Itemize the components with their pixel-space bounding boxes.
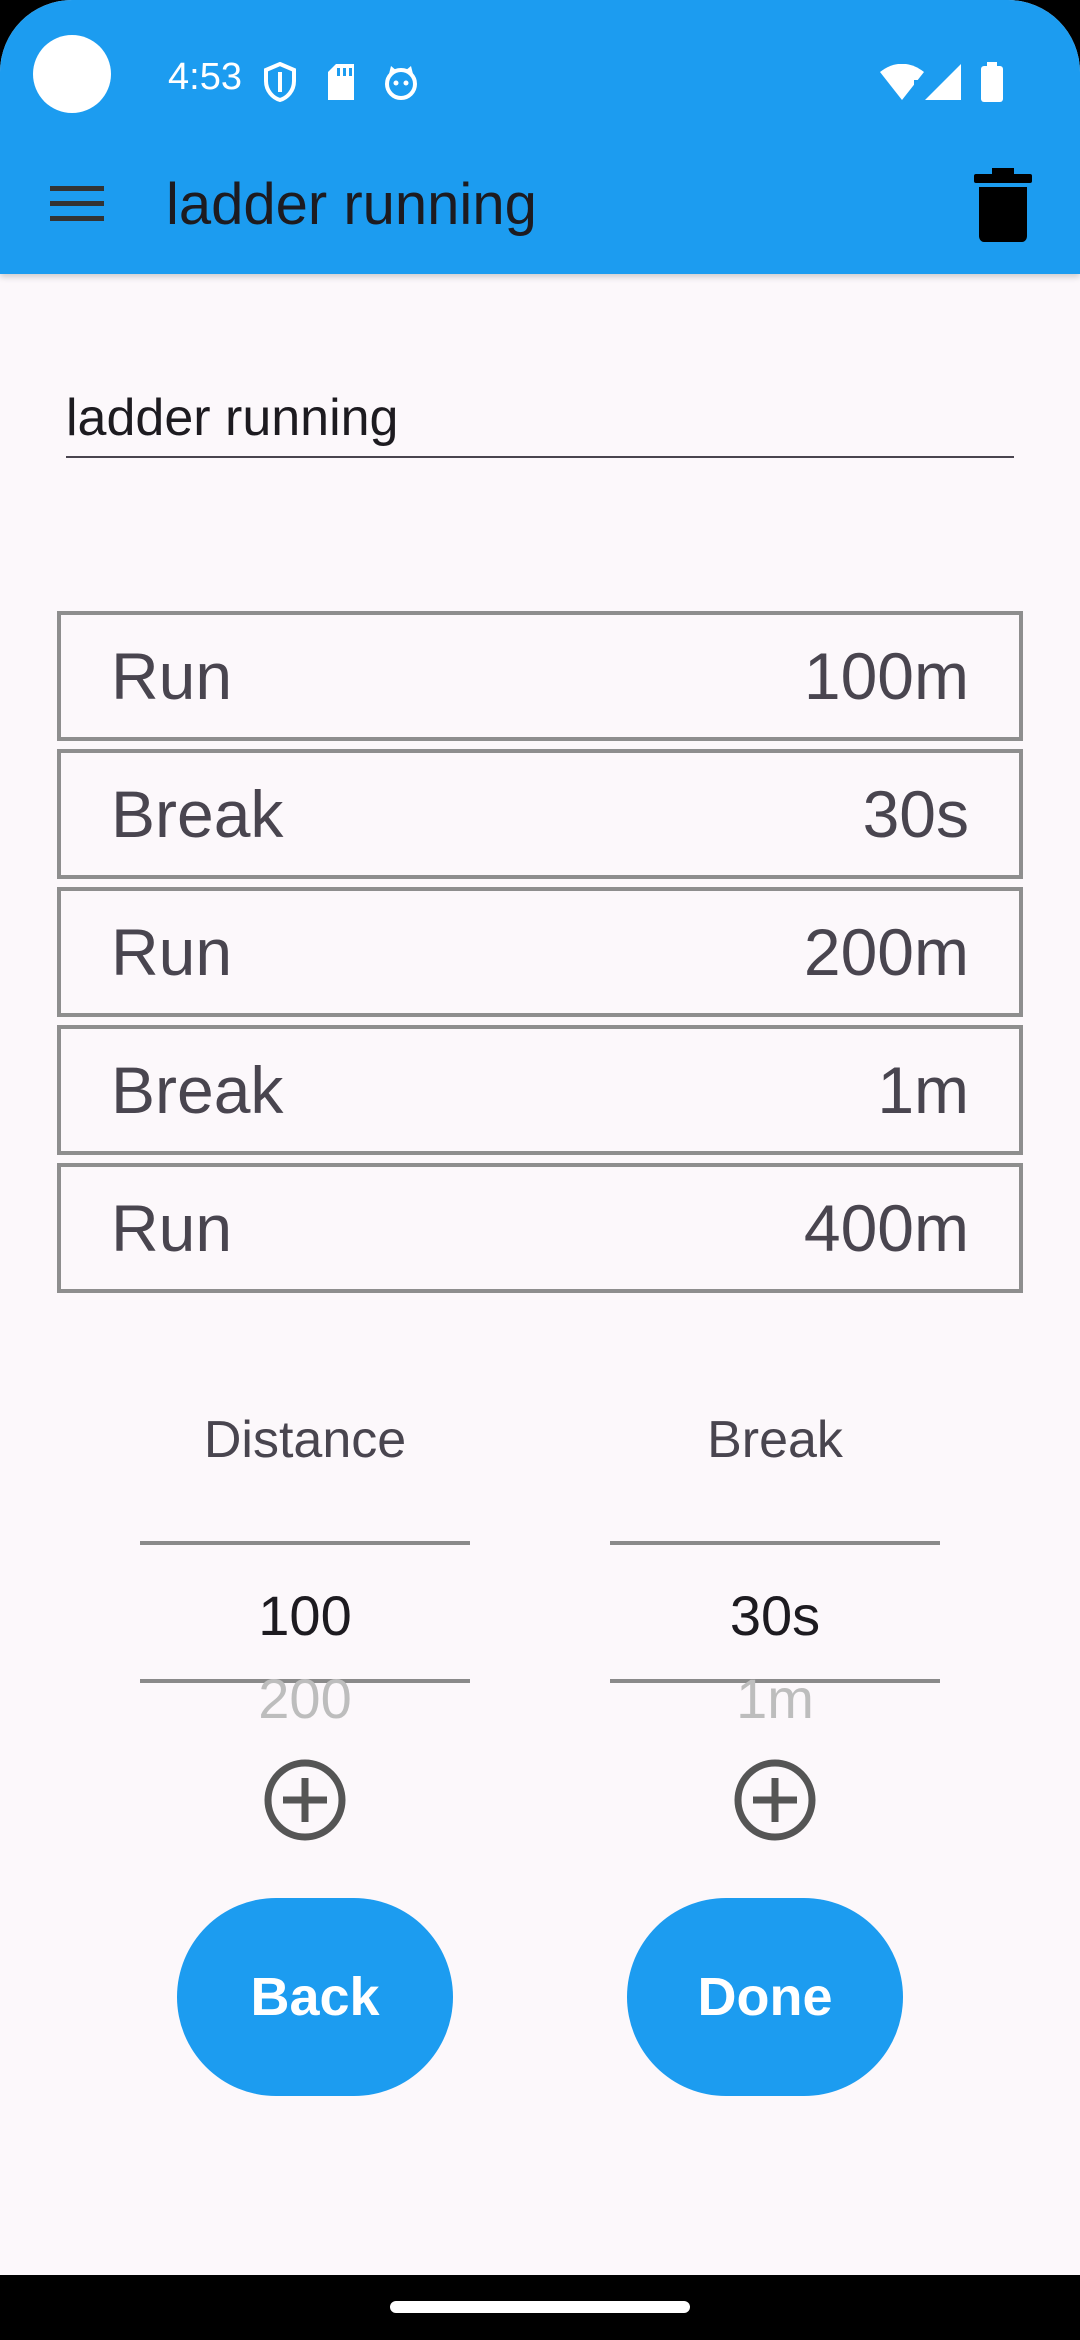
back-button[interactable]: Back: [177, 1898, 453, 2096]
workout-name-input[interactable]: [66, 380, 1014, 458]
break-next-value[interactable]: 1m: [610, 1671, 940, 1731]
trash-icon[interactable]: [970, 168, 1036, 242]
cat-face-icon: [385, 66, 417, 100]
top-app-bar: 4:53 ladder running: [0, 0, 1080, 274]
step-value: 30s: [862, 777, 969, 851]
hamburger-menu-icon[interactable]: [48, 184, 108, 224]
distance-selected-value[interactable]: 100: [140, 1588, 470, 1644]
distance-picker-label: Distance: [203, 1411, 407, 1469]
gesture-nav-handle[interactable]: [390, 2301, 690, 2313]
step-row[interactable]: Run 400m: [57, 1163, 1023, 1293]
app-screen: 4:53 ladder running ladder running Run 1…: [0, 0, 1080, 2275]
battery-icon: [981, 62, 1003, 102]
done-button[interactable]: Done: [627, 1898, 903, 2096]
step-list: Run 100m Break 30s Run 200m Break 1m Run…: [57, 611, 1023, 1301]
distance-next-value[interactable]: 200: [140, 1671, 470, 1731]
step-row[interactable]: Break 1m: [57, 1025, 1023, 1155]
step-row[interactable]: Run 100m: [57, 611, 1023, 741]
step-value: 200m: [803, 915, 969, 989]
wifi-icon: [880, 64, 924, 100]
step-type: Run: [111, 639, 233, 713]
step-row[interactable]: Break 30s: [57, 749, 1023, 879]
sd-card-icon: [328, 64, 354, 100]
break-selected-value[interactable]: 30s: [610, 1588, 940, 1644]
signal-icon: [925, 64, 961, 100]
add-break-plus-icon[interactable]: [733, 1758, 817, 1842]
status-time: 4:53: [168, 56, 242, 98]
app-bar-title: ladder running: [166, 172, 537, 237]
shield-icon: [264, 62, 296, 102]
picker-top-line: [610, 1541, 940, 1545]
break-picker-label: Break: [707, 1411, 843, 1469]
step-type: Break: [111, 1053, 284, 1127]
camera-cutout: [33, 35, 111, 113]
step-type: Run: [111, 1191, 233, 1265]
step-row[interactable]: Run 200m: [57, 887, 1023, 1017]
step-type: Run: [111, 915, 233, 989]
step-value: 400m: [803, 1191, 969, 1265]
step-value: 1m: [877, 1053, 969, 1127]
step-type: Break: [111, 777, 284, 851]
step-value: 100m: [803, 639, 969, 713]
status-bar: 4:53: [0, 0, 1080, 160]
picker-top-line: [140, 1541, 470, 1545]
add-distance-plus-icon[interactable]: [263, 1758, 347, 1842]
